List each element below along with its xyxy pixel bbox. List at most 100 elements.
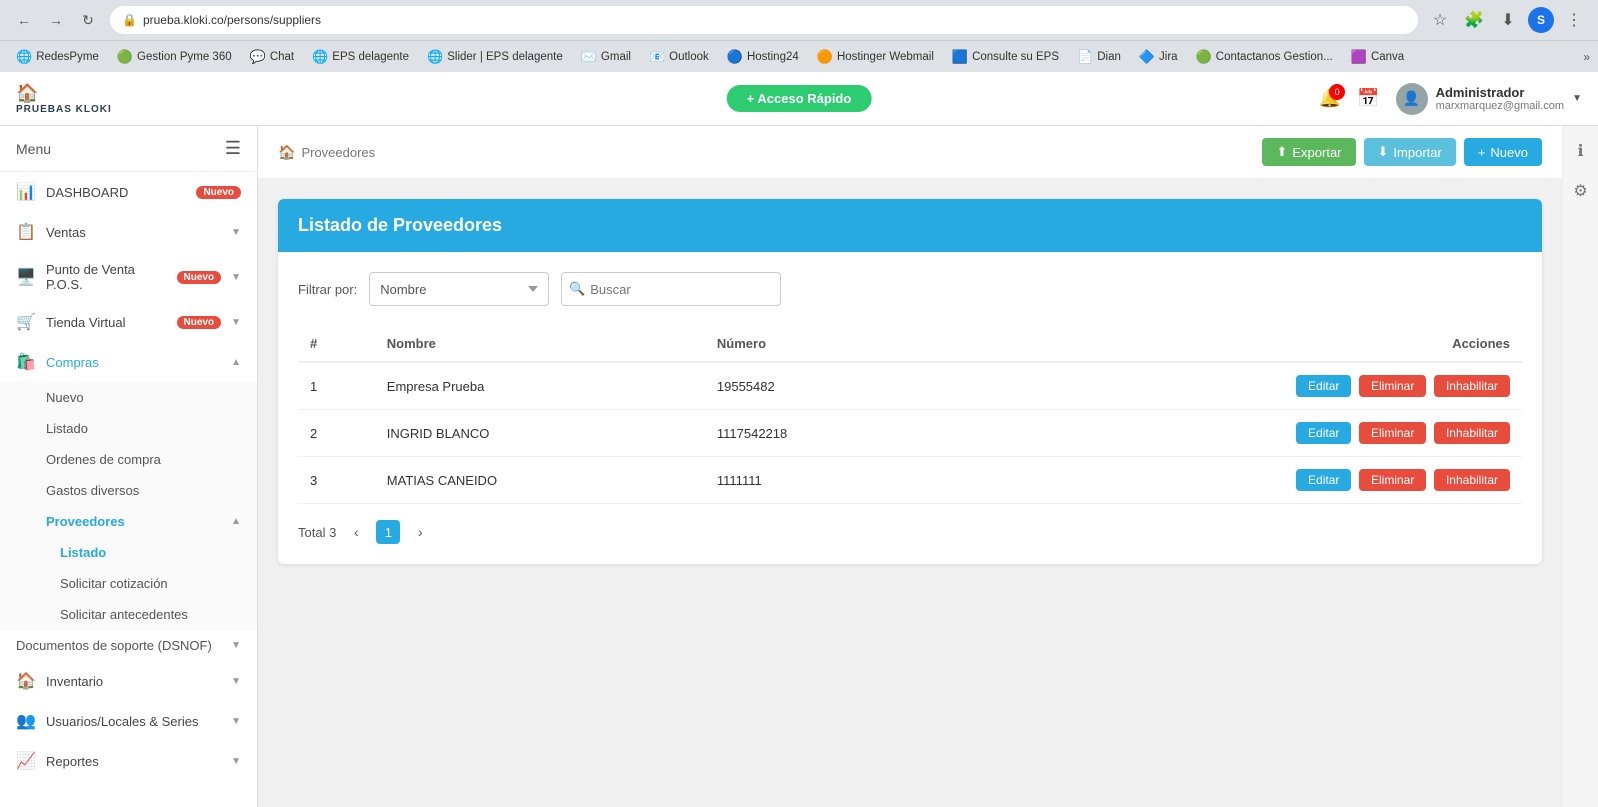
bookmark-gestionpyme[interactable]: 🟢 Gestion Pyme 360 — [109, 47, 240, 67]
info-button[interactable]: ℹ — [1566, 136, 1596, 166]
calendar-button[interactable]: 📅 — [1357, 88, 1379, 109]
extension-button[interactable]: 🧩 — [1460, 6, 1488, 34]
bookmark-jira-label: Jira — [1159, 51, 1178, 63]
sidebar-item-inventario[interactable]: 🏠 Inventario ▼ — [0, 661, 257, 701]
sidebar-submenu-nuevo[interactable]: Nuevo — [0, 382, 257, 413]
bookmark-contactanos[interactable]: 🟢 Contactanos Gestion... — [1188, 47, 1341, 67]
sidebar-item-dashboard-label: DASHBOARD — [46, 185, 186, 200]
sidebar-item-usuarios-label: Usuarios/Locales & Series — [46, 714, 221, 729]
row3-name: MATIAS CANEIDO — [375, 457, 705, 504]
row1-numero: 19555482 — [705, 362, 937, 410]
import-button[interactable]: ⬇ Importar — [1364, 138, 1456, 166]
user-avatar[interactable]: S — [1528, 7, 1554, 33]
search-icon: 🔍 — [569, 281, 585, 297]
bookmark-outlook[interactable]: 📧 Outlook — [641, 47, 717, 67]
usuarios-arrow-icon: ▼ — [231, 716, 241, 727]
hamburger-button[interactable]: ☰ — [225, 138, 241, 159]
sidebar-item-documentos[interactable]: Documentos de soporte (DSNOF) ▼ — [0, 630, 257, 661]
lock-icon: 🔒 — [122, 13, 137, 27]
sidebar-item-punto-venta[interactable]: 🖥️ Punto de Venta P.O.S. Nuevo ▼ — [0, 252, 257, 302]
bookmark-gmail[interactable]: ✉️ Gmail — [573, 47, 639, 67]
bookmark-dian[interactable]: 📄 Dian — [1069, 47, 1129, 67]
user-info[interactable]: 👤 Administrador marxmarquez@gmail.com ▼ — [1396, 83, 1582, 115]
sidebar-item-tienda-virtual[interactable]: 🛒 Tienda Virtual Nuevo ▼ — [0, 302, 257, 342]
table-header-row: # Nombre Número Acciones — [298, 326, 1522, 362]
settings-gear-button[interactable]: ⚙ — [1566, 176, 1596, 206]
sidebar-submenu-listado[interactable]: Listado — [0, 413, 257, 444]
gmail-icon: ✉️ — [581, 49, 597, 65]
right-sidebar: ℹ ⚙ — [1562, 126, 1598, 807]
sidebar-submenu-proveedores[interactable]: Proveedores ▲ — [0, 506, 257, 537]
sidebar-sub2-solicitar-antecedentes[interactable]: Solicitar antecedentes — [0, 599, 257, 630]
bookmark-dian-label: Dian — [1097, 51, 1121, 63]
bookmark-chat[interactable]: 💬 Chat — [242, 47, 302, 67]
filter-select[interactable]: Nombre — [369, 272, 549, 306]
bookmark-slider[interactable]: 🌐 Slider | EPS delagente — [419, 47, 571, 67]
bookmark-star-button[interactable]: ☆ — [1426, 6, 1454, 34]
pagination-page-1[interactable]: 1 — [376, 520, 400, 544]
bookmark-eps-delagente[interactable]: 🌐 EPS delagente — [304, 47, 417, 67]
sidebar-item-dashboard[interactable]: 📊 DASHBOARD Nuevo — [0, 172, 257, 212]
sidebar-menu-label: Menu — [16, 141, 51, 157]
bookmark-redespyme[interactable]: 🌐 RedesPyme — [8, 47, 107, 67]
outlook-icon: 📧 — [649, 49, 665, 65]
bookmark-consulte-eps-label: Consulte su EPS — [972, 51, 1059, 63]
sidebar-menu-header: Menu ☰ — [0, 126, 257, 172]
sidebar-item-ventas[interactable]: 📋 Ventas ▼ — [0, 212, 257, 252]
forward-button[interactable]: → — [42, 6, 70, 34]
row3-edit-button[interactable]: Editar — [1296, 469, 1351, 491]
row1-disable-button[interactable]: Inhabilitar — [1434, 375, 1510, 397]
sidebar-submenu-ordenes[interactable]: Ordenes de compra — [0, 444, 257, 475]
row3-delete-button[interactable]: Eliminar — [1359, 469, 1426, 491]
notifications-button[interactable]: 🔔 0 — [1319, 88, 1341, 109]
sidebar-item-usuarios[interactable]: 👥 Usuarios/Locales & Series ▼ — [0, 701, 257, 741]
sidebar-item-reportes-label: Reportes — [46, 754, 221, 769]
url-bar[interactable]: 🔒 prueba.kloki.co/persons/suppliers — [110, 6, 1418, 34]
contactanos-icon: 🟢 — [1196, 49, 1212, 65]
bookmark-hostinger[interactable]: 🟠 Hostinger Webmail — [809, 47, 942, 67]
pagination-next-button[interactable]: › — [408, 520, 432, 544]
filter-bar: Filtrar por: Nombre 🔍 — [298, 272, 1522, 306]
sidebar-item-documentos-label: Documentos de soporte (DSNOF) — [16, 638, 212, 653]
sidebar-sub2-listado[interactable]: Listado — [0, 537, 257, 568]
bookmark-jira[interactable]: 🔷 Jira — [1131, 47, 1186, 67]
bookmark-consulte-eps[interactable]: 🟦 Consulte su EPS — [944, 47, 1067, 67]
bookmarks-more[interactable]: » — [1583, 50, 1590, 64]
sidebar: Menu ☰ 📊 DASHBOARD Nuevo 📋 Ventas ▼ 🖥️ P… — [0, 126, 258, 807]
sidebar-sub2-solicitar-cotizacion[interactable]: Solicitar cotización — [0, 568, 257, 599]
export-button[interactable]: ⬆ Exportar — [1262, 138, 1355, 166]
sidebar-item-reportes[interactable]: 📈 Reportes ▼ — [0, 741, 257, 781]
bookmark-contactanos-label: Contactanos Gestion... — [1216, 51, 1333, 63]
pagination-prev-button[interactable]: ‹ — [344, 520, 368, 544]
back-button[interactable]: ← — [10, 6, 38, 34]
table-header: # Nombre Número Acciones — [298, 326, 1522, 362]
row2-edit-button[interactable]: Editar — [1296, 422, 1351, 444]
nuevo-button[interactable]: + Nuevo — [1464, 138, 1542, 166]
download-button[interactable]: ⬇ — [1494, 6, 1522, 34]
col-nombre: Nombre — [375, 326, 705, 362]
row2-disable-button[interactable]: Inhabilitar — [1434, 422, 1510, 444]
bookmark-canva[interactable]: 🟪 Canva — [1343, 47, 1412, 67]
logo-house-icon: 🏠 — [16, 83, 38, 104]
row1-delete-button[interactable]: Eliminar — [1359, 375, 1426, 397]
sidebar-submenu-gastos[interactable]: Gastos diversos — [0, 475, 257, 506]
reload-button[interactable]: ↻ — [74, 6, 102, 34]
search-input[interactable] — [561, 272, 781, 306]
more-options-button[interactable]: ⋮ — [1560, 6, 1588, 34]
punto-venta-arrow-icon: ▼ — [231, 272, 241, 283]
row3-disable-button[interactable]: Inhabilitar — [1434, 469, 1510, 491]
sidebar-item-compras[interactable]: 🛍️ Compras ▲ — [0, 342, 257, 382]
row2-delete-button[interactable]: Eliminar — [1359, 422, 1426, 444]
user-avatar-header: 👤 — [1396, 83, 1428, 115]
bookmark-hosting24[interactable]: 🔵 Hosting24 — [719, 47, 807, 67]
compras-submenu: Nuevo Listado Ordenes de compra Gastos d… — [0, 382, 257, 630]
row1-edit-button[interactable]: Editar — [1296, 375, 1351, 397]
chat-icon: 💬 — [250, 49, 266, 65]
documentos-arrow-icon: ▼ — [231, 640, 241, 651]
quick-access-button[interactable]: + Acceso Rápido — [727, 85, 872, 112]
card-title: Listado de Proveedores — [298, 215, 502, 235]
nuevo-plus-icon: + — [1478, 145, 1486, 160]
bookmark-redespyme-label: RedesPyme — [36, 51, 99, 63]
row1-actions: Editar Eliminar Inhabilitar — [937, 362, 1522, 410]
inventario-arrow-icon: ▼ — [231, 676, 241, 687]
